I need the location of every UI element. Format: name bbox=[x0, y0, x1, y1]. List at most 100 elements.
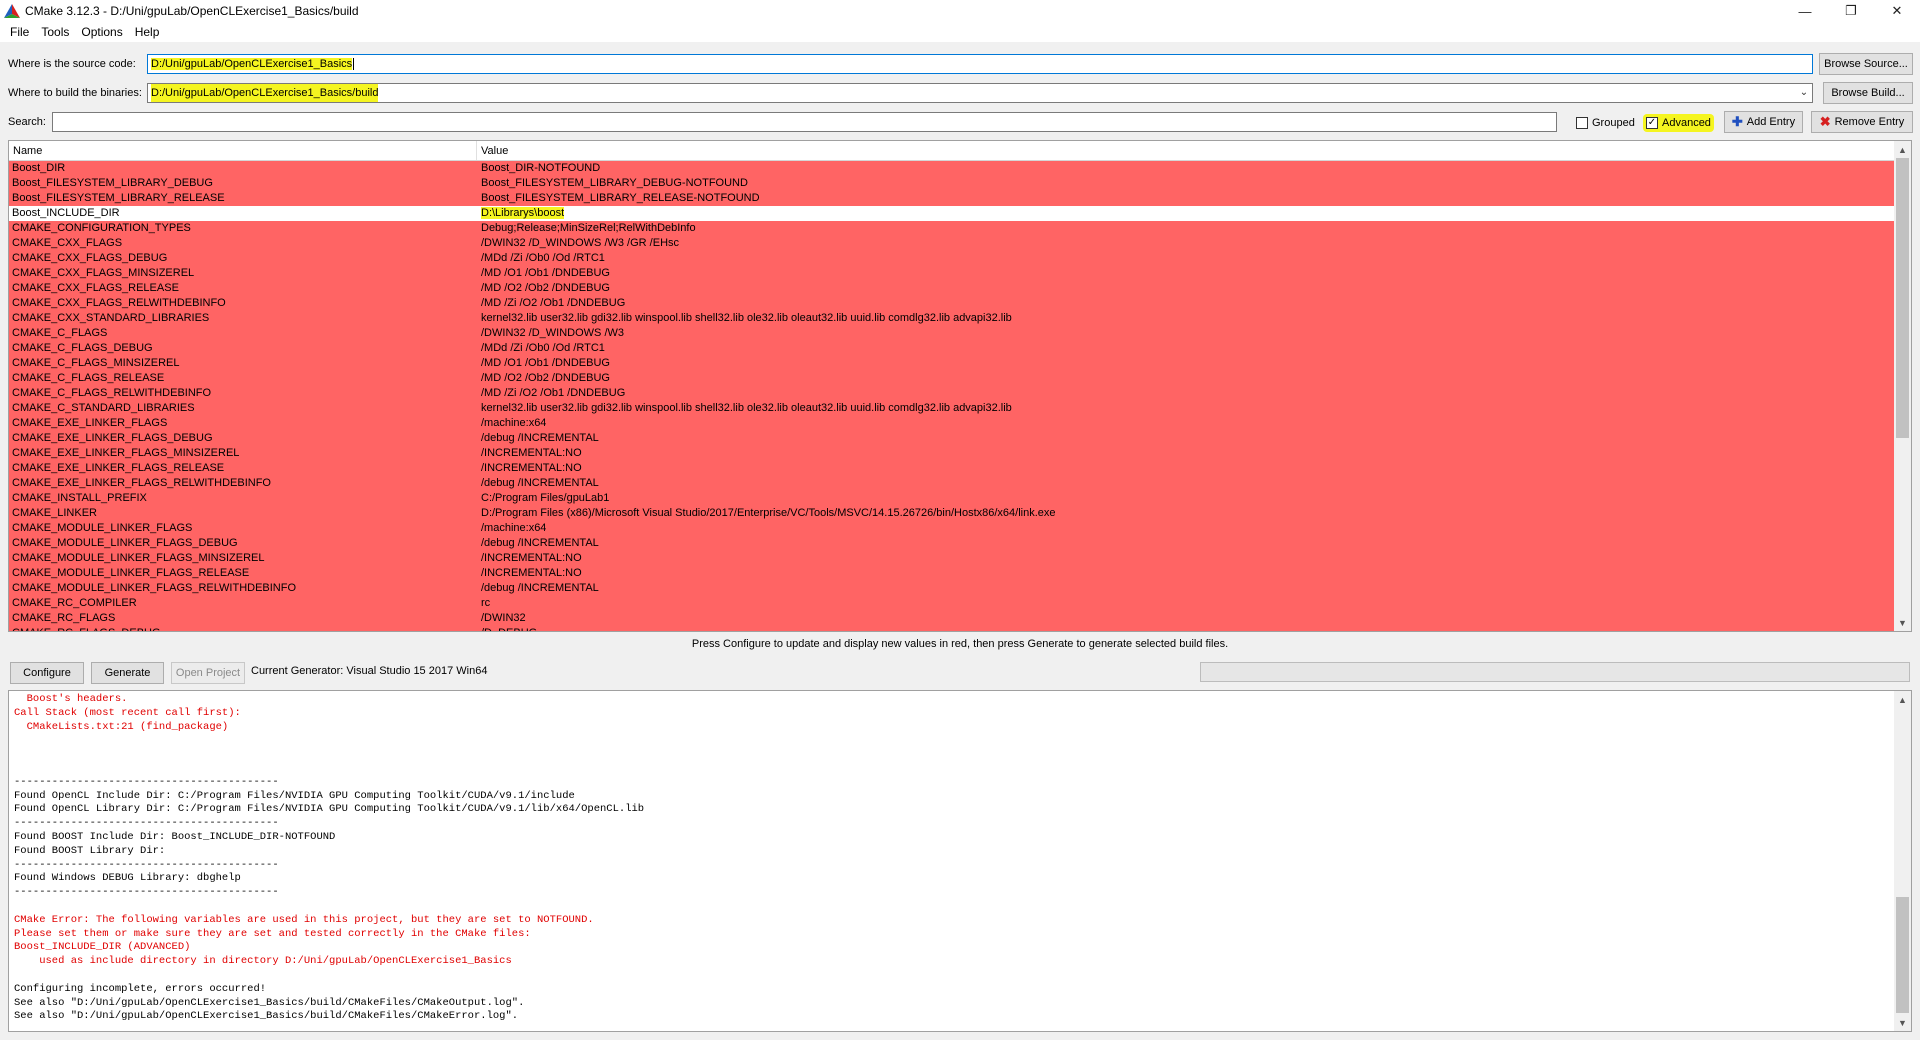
entry-value[interactable]: /MD /O2 /Ob2 /DNDEBUG bbox=[477, 281, 610, 296]
binaries-combobox[interactable]: D:/Uni/gpuLab/OpenCLExercise1_Basics/bui… bbox=[147, 83, 1813, 103]
source-input[interactable]: D:/Uni/gpuLab/OpenCLExercise1_Basics bbox=[147, 54, 1813, 74]
table-scrollbar[interactable]: ▲ ▼ bbox=[1894, 141, 1911, 631]
entry-value[interactable]: /MD /O1 /Ob1 /DNDEBUG bbox=[477, 266, 610, 281]
log-scroll-thumb[interactable] bbox=[1896, 897, 1909, 1013]
table-row[interactable]: CMAKE_CXX_FLAGS_MINSIZEREL/MD /O1 /Ob1 /… bbox=[9, 266, 1911, 281]
browse-source-button[interactable]: Browse Source... bbox=[1819, 53, 1913, 75]
chevron-down-icon[interactable]: ⌄ bbox=[1796, 84, 1812, 102]
table-row[interactable]: CMAKE_EXE_LINKER_FLAGS_RELEASE/INCREMENT… bbox=[9, 461, 1911, 476]
table-row[interactable]: Boost_FILESYSTEM_LIBRARY_RELEASE Boost_FI… bbox=[9, 191, 1911, 206]
table-scroll-thumb[interactable] bbox=[1896, 158, 1909, 438]
log-scrollbar[interactable]: ▲ ▼ bbox=[1894, 691, 1911, 1031]
table-row[interactable]: CMAKE_C_FLAGS/DWIN32 /D_WINDOWS /W3 bbox=[9, 326, 1911, 341]
entry-value[interactable]: Boost_DIR-NOTFOUND bbox=[477, 161, 600, 176]
entry-value[interactable]: /MD /Zi /O2 /Ob1 /DNDEBUG bbox=[477, 296, 625, 311]
table-row[interactable]: Boost_DIR Boost_DIR-NOTFOUND bbox=[9, 161, 1911, 176]
table-row[interactable]: CMAKE_C_FLAGS_DEBUG/MDd /Zi /Ob0 /Od /RT… bbox=[9, 341, 1911, 356]
entry-value[interactable]: /DWIN32 /D_WINDOWS /W3 /GR /EHsc bbox=[477, 236, 679, 251]
entry-value[interactable]: /debug /INCREMENTAL bbox=[477, 431, 599, 446]
column-header-value[interactable]: Value bbox=[477, 141, 1911, 160]
table-row[interactable]: CMAKE_MODULE_LINKER_FLAGS_DEBUG/debug /I… bbox=[9, 536, 1911, 551]
menu-file[interactable]: File bbox=[4, 25, 35, 39]
checkmark-icon[interactable]: ✓ bbox=[1646, 117, 1658, 129]
close-icon[interactable]: ✕ bbox=[1874, 0, 1920, 22]
table-row[interactable]: Boost_FILESYSTEM_LIBRARY_DEBUG Boost_FILE… bbox=[9, 176, 1911, 191]
entry-value[interactable]: /INCREMENTAL:NO bbox=[477, 566, 582, 581]
entry-value[interactable]: /INCREMENTAL:NO bbox=[477, 446, 582, 461]
column-header-name[interactable]: Name bbox=[9, 141, 477, 160]
browse-build-button[interactable]: Browse Build... bbox=[1823, 82, 1913, 104]
scroll-down-icon[interactable]: ▼ bbox=[1894, 614, 1911, 631]
entry-value[interactable]: kernel32.lib user32.lib gdi32.lib winspo… bbox=[477, 311, 1012, 326]
table-row[interactable]: CMAKE_RC_COMPILER rc bbox=[9, 596, 1911, 611]
table-row[interactable]: CMAKE_MODULE_LINKER_FLAGS_RELWITHDEBINFO… bbox=[9, 581, 1911, 596]
entry-value-text: D:\Librarys\boost bbox=[481, 207, 565, 219]
log-scroll-up-icon[interactable]: ▲ bbox=[1894, 691, 1911, 708]
table-row[interactable]: CMAKE_CXX_STANDARD_LIBRARIES kernel32.lib… bbox=[9, 311, 1911, 326]
log-scroll-down-icon[interactable]: ▼ bbox=[1894, 1014, 1911, 1031]
menu-help[interactable]: Help bbox=[129, 25, 166, 39]
table-row[interactable]: CMAKE_LINKER D:/Program Files (x86)/Micro… bbox=[9, 506, 1911, 521]
entry-value[interactable]: /debug /INCREMENTAL bbox=[477, 581, 599, 596]
entry-value[interactable]: Boost_FILESYSTEM_LIBRARY_RELEASE-NOTFOUN… bbox=[477, 191, 760, 206]
entry-value[interactable]: D:\Librarys\boost bbox=[477, 206, 565, 221]
entry-value[interactable]: /machine:x64 bbox=[477, 416, 546, 431]
entry-value[interactable]: D:/Program Files (x86)/Microsoft Visual … bbox=[477, 506, 1056, 521]
remove-entry-button[interactable]: ✖ Remove Entry bbox=[1811, 111, 1913, 133]
entry-value[interactable]: /DWIN32 /D_WINDOWS /W3 bbox=[477, 326, 624, 341]
scroll-up-icon[interactable]: ▲ bbox=[1894, 141, 1911, 158]
table-row[interactable]: CMAKE_C_FLAGS_RELEASE/MD /O2 /Ob2 /DNDEB… bbox=[9, 371, 1911, 386]
table-row[interactable]: CMAKE_C_STANDARD_LIBRARIES kernel32.lib u… bbox=[9, 401, 1911, 416]
table-row[interactable]: CMAKE_EXE_LINKER_FLAGS/machine:x64 bbox=[9, 416, 1911, 431]
entry-value[interactable]: /debug /INCREMENTAL bbox=[477, 536, 599, 551]
table-row[interactable]: CMAKE_CXX_FLAGS_RELEASE/MD /O2 /Ob2 /DND… bbox=[9, 281, 1911, 296]
output-log[interactable]: Boost's headers. Call Stack (most recent … bbox=[8, 690, 1912, 1032]
table-row[interactable]: CMAKE_CXX_FLAGS_RELWITHDEBINFO/MD /Zi /O… bbox=[9, 296, 1911, 311]
entry-value[interactable]: /DWIN32 bbox=[477, 611, 526, 626]
table-row[interactable]: CMAKE_C_FLAGS_RELWITHDEBINFO/MD /Zi /O2 … bbox=[9, 386, 1911, 401]
entry-value[interactable]: /MD /O2 /Ob2 /DNDEBUG bbox=[477, 371, 610, 386]
table-row[interactable]: CMAKE_EXE_LINKER_FLAGS_MINSIZEREL/INCREM… bbox=[9, 446, 1911, 461]
configure-button[interactable]: Configure bbox=[10, 662, 84, 684]
entry-value[interactable]: /MD /O1 /Ob1 /DNDEBUG bbox=[477, 356, 610, 371]
advanced-checkbox[interactable]: ✓ Advanced bbox=[1643, 114, 1714, 132]
table-row[interactable]: Boost_INCLUDE_DIR D:\Librarys\boost bbox=[9, 206, 1911, 221]
table-row[interactable]: CMAKE_INSTALL_PREFIX C:/Program Files/gpu… bbox=[9, 491, 1911, 506]
menu-tools[interactable]: Tools bbox=[35, 25, 75, 39]
table-row[interactable]: CMAKE_CONFIGURATION_TYPES Debug;Release;M… bbox=[9, 221, 1911, 236]
table-row[interactable]: CMAKE_EXE_LINKER_FLAGS_RELWITHDEBINFO/de… bbox=[9, 476, 1911, 491]
log-line: Found OpenCL Include Dir: C:/Program Fil… bbox=[14, 789, 575, 802]
entry-value[interactable]: /MDd /Zi /Ob0 /Od /RTC1 bbox=[477, 341, 605, 356]
table-row[interactable]: CMAKE_MODULE_LINKER_FLAGS_RELEASE/INCREM… bbox=[9, 566, 1911, 581]
open-project-button[interactable]: Open Project bbox=[171, 662, 245, 684]
table-row[interactable]: CMAKE_MODULE_LINKER_FLAGS_MINSIZEREL/INC… bbox=[9, 551, 1911, 566]
table-row[interactable]: CMAKE_CXX_FLAGS_DEBUG/MDd /Zi /Ob0 /Od /… bbox=[9, 251, 1911, 266]
entry-value[interactable]: Debug;Release;MinSizeRel;RelWithDebInfo bbox=[477, 221, 696, 236]
grouped-checkbox-box[interactable] bbox=[1576, 117, 1588, 129]
maximize-icon[interactable]: ❐ bbox=[1828, 0, 1874, 22]
entry-value[interactable]: /machine:x64 bbox=[477, 521, 546, 536]
entry-value[interactable]: /D_DEBUG bbox=[477, 626, 537, 631]
entry-value[interactable]: rc bbox=[477, 596, 490, 611]
table-row[interactable]: CMAKE_MODULE_LINKER_FLAGS/machine:x64 bbox=[9, 521, 1911, 536]
add-entry-button[interactable]: ✚ Add Entry bbox=[1724, 111, 1803, 133]
search-input[interactable] bbox=[52, 112, 1557, 132]
table-row[interactable]: CMAKE_CXX_FLAGS/DWIN32 /D_WINDOWS /W3 /G… bbox=[9, 236, 1911, 251]
grouped-checkbox[interactable]: Grouped bbox=[1576, 114, 1635, 132]
table-row[interactable]: CMAKE_EXE_LINKER_FLAGS_DEBUG/debug /INCR… bbox=[9, 431, 1911, 446]
entry-value[interactable]: /INCREMENTAL:NO bbox=[477, 551, 582, 566]
title-bar: CMake 3.12.3 - D:/Uni/gpuLab/OpenCLExerc… bbox=[0, 0, 1920, 22]
entry-value[interactable]: C:/Program Files/gpuLab1 bbox=[477, 491, 609, 506]
generate-button[interactable]: Generate bbox=[91, 662, 164, 684]
table-row[interactable]: CMAKE_C_FLAGS_MINSIZEREL/MD /O1 /Ob1 /DN… bbox=[9, 356, 1911, 371]
minimize-icon[interactable]: — bbox=[1782, 0, 1828, 22]
table-row[interactable]: CMAKE_RC_FLAGS/DWIN32 bbox=[9, 611, 1911, 626]
entry-value[interactable]: kernel32.lib user32.lib gdi32.lib winspo… bbox=[477, 401, 1012, 416]
entry-value[interactable]: /MDd /Zi /Ob0 /Od /RTC1 bbox=[477, 251, 605, 266]
table-row[interactable]: CMAKE_RC_FLAGS_DEBUG/D_DEBUG bbox=[9, 626, 1911, 631]
entry-value[interactable]: /debug /INCREMENTAL bbox=[477, 476, 599, 491]
entry-value[interactable]: /INCREMENTAL:NO bbox=[477, 461, 582, 476]
entry-value[interactable]: Boost_FILESYSTEM_LIBRARY_DEBUG-NOTFOUND bbox=[477, 176, 748, 191]
menu-options[interactable]: Options bbox=[75, 25, 128, 39]
entry-value[interactable]: /MD /Zi /O2 /Ob1 /DNDEBUG bbox=[477, 386, 625, 401]
